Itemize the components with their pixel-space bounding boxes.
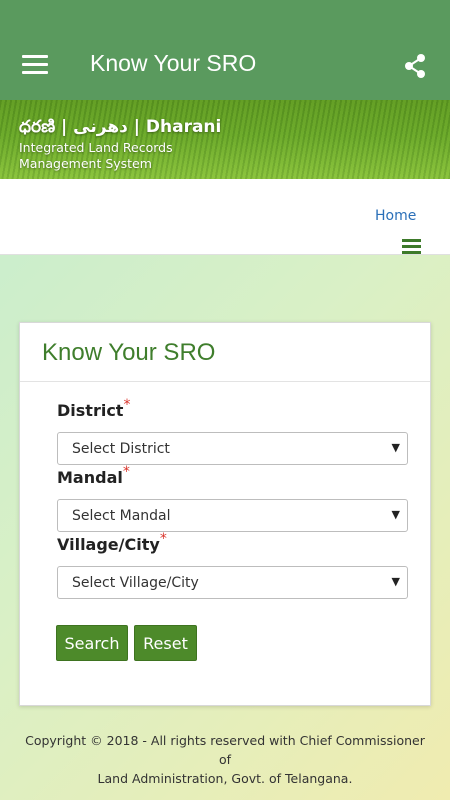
district-label-text: District — [57, 401, 124, 420]
card-header: Know Your SRO — [20, 323, 430, 382]
village-label-text: Village/City — [57, 535, 160, 554]
village-select-value: Select Village/City — [72, 575, 199, 591]
banner-title: ధరణి | دھرنی | Dharani — [19, 117, 222, 137]
banner-subtitle-line1: Integrated Land Records — [19, 140, 173, 155]
village-select[interactable]: Select Village/City ▼ — [57, 566, 408, 599]
nav-toggle-menu-icon[interactable] — [402, 239, 421, 255]
mandal-label-text: Mandal — [57, 468, 123, 487]
mandal-label: Mandal* — [57, 464, 130, 487]
hamburger-menu-icon[interactable] — [22, 55, 48, 75]
copyright-line2: Land Administration, Govt. of Telangana. — [97, 771, 353, 786]
banner-subtitle-line2: Management System — [19, 156, 152, 171]
district-label: District* — [57, 397, 130, 420]
copyright-line1: Copyright © 2018 - All rights reserved w… — [25, 733, 425, 767]
dropdown-arrow-icon: ▼ — [391, 441, 400, 454]
app-bar: Know Your SRO — [0, 0, 450, 100]
card-title: Know Your SRO — [42, 339, 216, 366]
district-select-value: Select District — [72, 441, 170, 457]
mandal-select-value: Select Mandal — [72, 508, 171, 524]
dropdown-arrow-icon: ▼ — [391, 575, 400, 588]
required-marker: * — [123, 397, 131, 413]
know-your-sro-card: Know Your SRO District* Select District … — [19, 322, 431, 706]
search-button[interactable]: Search — [56, 625, 128, 661]
app-title: Know Your SRO — [90, 50, 257, 76]
dharani-banner: ధరణి | دھرنی | Dharani Integrated Land R… — [0, 100, 450, 179]
district-select[interactable]: Select District ▼ — [57, 432, 408, 465]
village-label: Village/City* — [57, 531, 167, 554]
reset-button[interactable]: Reset — [134, 625, 197, 661]
required-marker: * — [159, 531, 167, 547]
dropdown-arrow-icon: ▼ — [391, 508, 400, 521]
navigation-strip: Home — [0, 179, 450, 255]
mandal-select[interactable]: Select Mandal ▼ — [57, 499, 408, 532]
required-marker: * — [122, 464, 130, 480]
home-link[interactable]: Home — [375, 208, 416, 224]
copyright-footer: Copyright © 2018 - All rights reserved w… — [20, 731, 430, 788]
share-icon[interactable] — [402, 53, 428, 79]
banner-subtitle: Integrated Land Records Management Syste… — [19, 140, 173, 172]
